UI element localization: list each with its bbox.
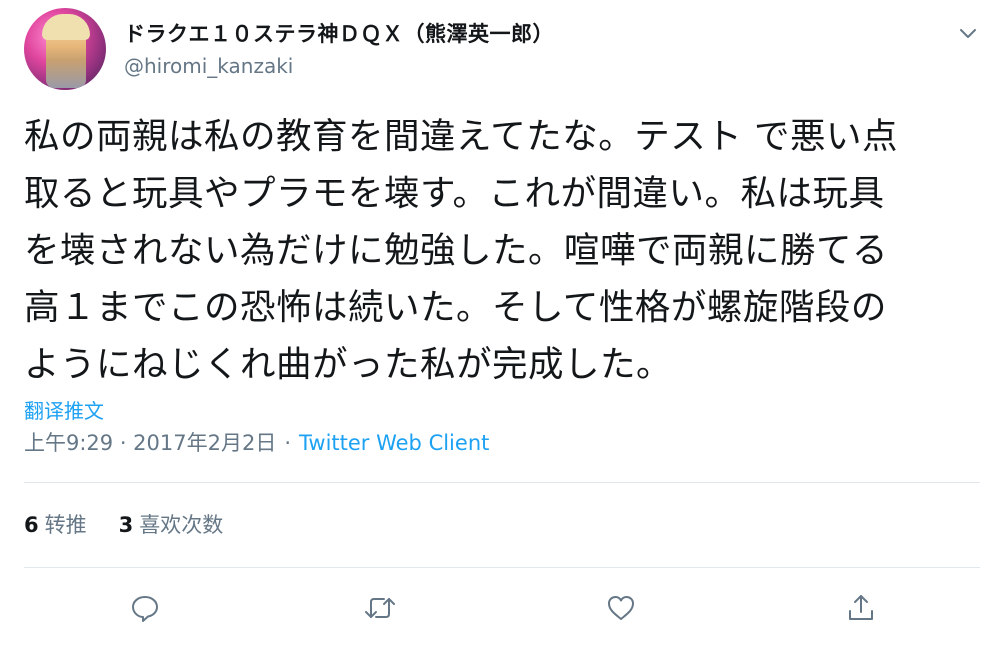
share-icon[interactable] — [841, 588, 881, 628]
retweet-icon[interactable] — [360, 588, 400, 628]
like-label: 喜欢次数 — [139, 513, 224, 537]
timestamp[interactable]: 上午9:29 · 2017年2月2日 — [24, 431, 276, 455]
divider — [24, 482, 980, 483]
display-name[interactable]: ドラクエ１０ステラ神ＤＱＸ（熊澤英一郎） — [124, 18, 554, 48]
like-count: 3 — [118, 513, 134, 537]
heart-icon[interactable] — [601, 588, 641, 628]
reply-icon[interactable] — [125, 588, 165, 628]
avatar-hair — [42, 14, 90, 40]
user-handle[interactable]: @hiromi_kanzaki — [124, 54, 293, 78]
tweet-stats: 6 转推 3 喜欢次数 — [24, 509, 223, 539]
tweet-text: 私の両親は私の教育を間違えてたな。テスト で悪い点 取ると玩具やプラモを壊す。こ… — [24, 116, 899, 385]
avatar[interactable] — [24, 8, 106, 90]
like-stat[interactable]: 3 喜欢次数 — [119, 513, 224, 537]
chevron-down-icon[interactable] — [954, 20, 982, 48]
translate-tweet-link[interactable]: 翻译推文 — [24, 395, 104, 424]
tweet-metadata: 上午9:29 · 2017年2月2日 · Twitter Web Client — [24, 427, 489, 457]
source-link[interactable]: Twitter Web Client — [299, 431, 489, 455]
retweet-count: 6 — [24, 513, 39, 537]
meta-separator: · — [284, 431, 292, 455]
retweet-stat[interactable]: 6 转推 — [24, 513, 87, 537]
tweet-card: ドラクエ１０ステラ神ＤＱＸ（熊澤英一郎） @hiromi_kanzaki 私の両… — [0, 0, 1000, 653]
divider — [24, 567, 980, 568]
retweet-label: 转推 — [44, 513, 87, 537]
